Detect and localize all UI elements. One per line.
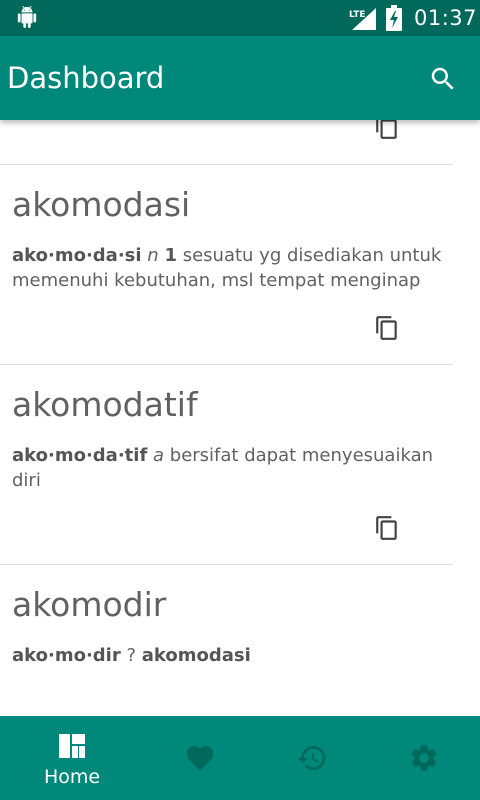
app-bar: Dashboard <box>0 36 480 120</box>
entry-reference: akomodasi <box>141 645 251 666</box>
list-item: akomodasi ako·mo·da·si n 1 sesuatu yg di… <box>0 164 453 364</box>
list-item <box>0 120 453 164</box>
entry-sense: 1 <box>164 245 177 266</box>
network-type-text: LTE <box>349 10 366 20</box>
entry-pos: a <box>153 445 165 466</box>
nav-home-label: Home <box>43 766 101 788</box>
nav-settings[interactable] <box>364 716 480 800</box>
lte-signal-icon: LTE <box>349 8 376 30</box>
copy-icon[interactable] <box>374 120 400 140</box>
entry-syllables: ako·mo·dir <box>12 645 121 666</box>
copy-icon[interactable] <box>374 315 400 341</box>
history-icon <box>297 746 326 770</box>
nav-favorites[interactable] <box>140 716 260 800</box>
entry-syllables: ako·mo·da·si <box>12 245 142 266</box>
battery-charging-icon <box>386 5 402 31</box>
android-icon <box>17 6 37 28</box>
search-button[interactable] <box>422 58 464 100</box>
copy-icon[interactable] <box>374 515 400 541</box>
entry-word: akomodasi <box>12 185 191 224</box>
bottom-navigation: Home <box>0 716 480 800</box>
entry-word: akomodir <box>12 585 167 624</box>
list-item: akomodatif ako·mo·da·tif a bersifat dapa… <box>0 364 453 564</box>
status-bar: LTE 01:37 <box>0 0 480 36</box>
entry-word: akomodatif <box>12 385 198 424</box>
clock-text: 01:37 <box>414 6 478 30</box>
nav-history[interactable] <box>252 716 372 800</box>
dictionary-list[interactable]: akomodasi ako·mo·da·si n 1 sesuatu yg di… <box>0 120 480 716</box>
heart-icon <box>186 746 214 771</box>
nav-home[interactable]: Home <box>12 716 132 800</box>
entry-pos: n <box>147 245 159 266</box>
entry-definition: ako·mo·da·tif a bersifat dapat menyesuai… <box>12 443 452 493</box>
entry-text: ? <box>126 645 137 666</box>
search-icon <box>431 67 454 90</box>
entry-definition: ako·mo·dir ? akomodasi <box>12 643 452 668</box>
page-title: Dashboard <box>7 61 165 95</box>
gear-icon <box>411 745 437 771</box>
list-item: akomodir ako·mo·dir ? akomodasi <box>0 564 453 716</box>
entry-definition: ako·mo·da·si n 1 sesuatu yg disediakan u… <box>12 243 452 293</box>
entry-syllables: ako·mo·da·tif <box>12 445 148 466</box>
dashboard-icon <box>59 734 85 758</box>
